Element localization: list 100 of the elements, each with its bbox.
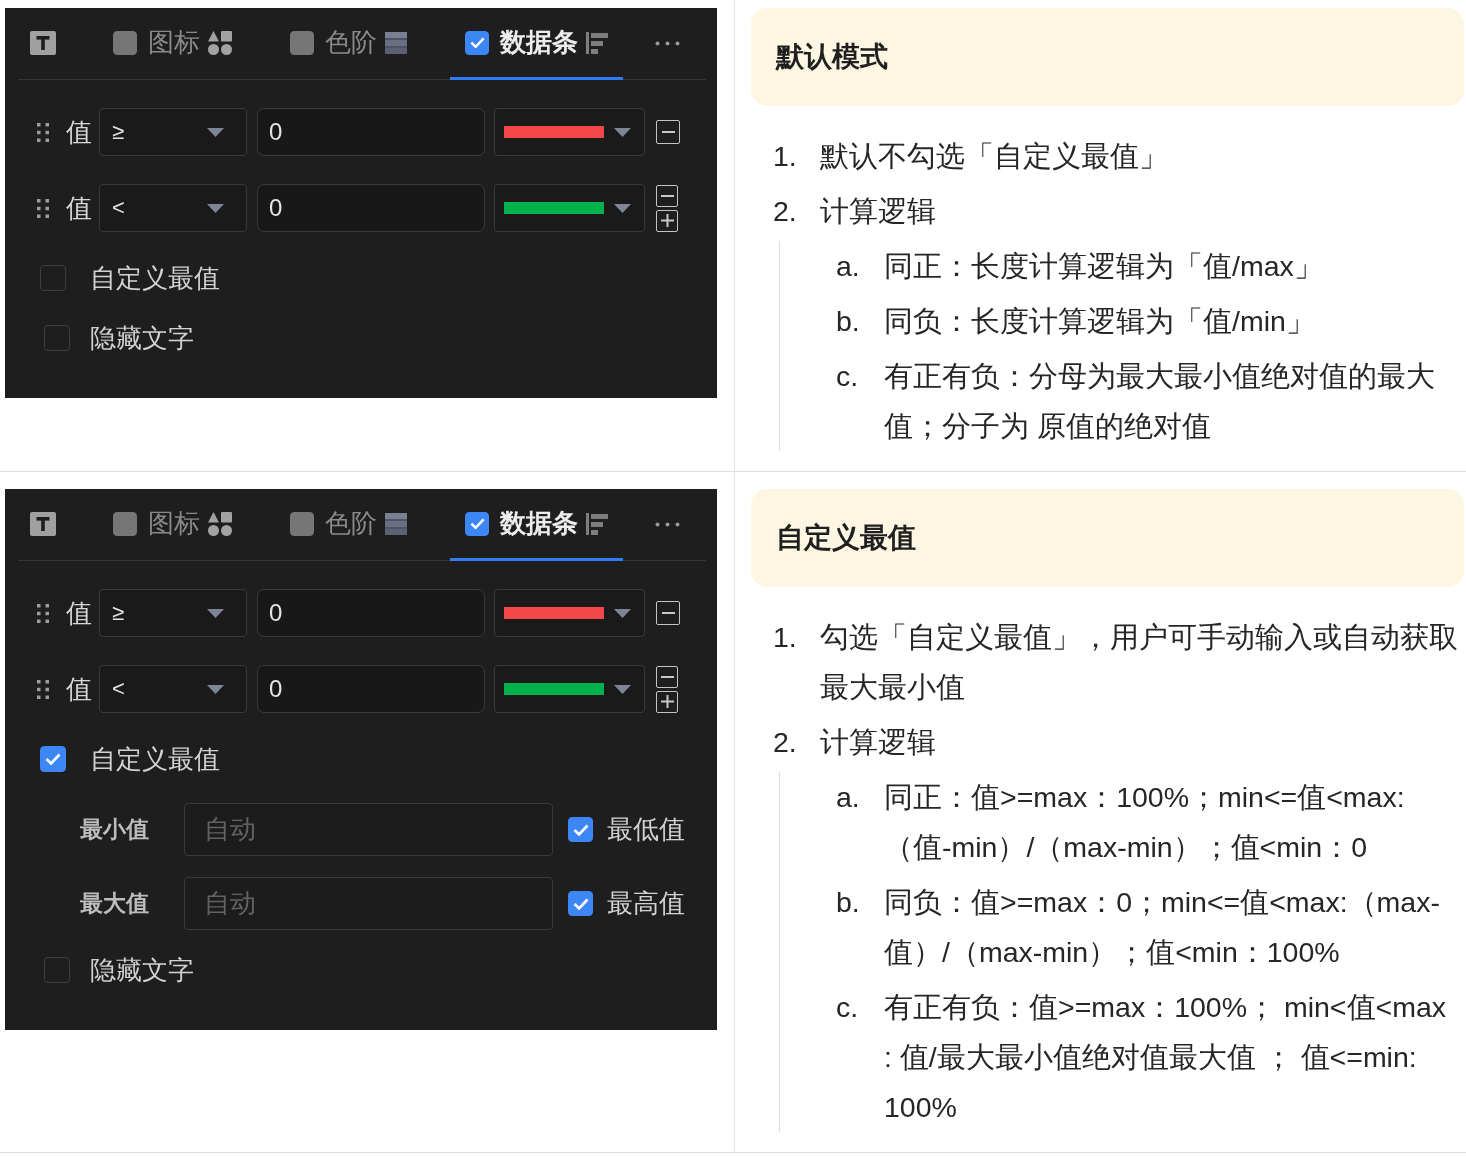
checkbox[interactable]: [113, 511, 137, 536]
list-item-text: 勾选「自定义最值」，用户可手动输入或自动获取最大最小值: [820, 620, 1459, 705]
caret-icon: [207, 684, 224, 694]
tab[interactable]: 数据条: [450, 8, 623, 80]
checkbox[interactable]: [40, 265, 66, 291]
shapes-icon: [208, 30, 232, 55]
list-marker: 1.: [773, 139, 798, 174]
tab[interactable]: 色阶: [275, 8, 422, 80]
more-icon[interactable]: [655, 41, 680, 46]
remove-button[interactable]: [656, 184, 678, 207]
horizontal-bars-icon: [586, 31, 608, 54]
checkbox[interactable]: [40, 746, 66, 772]
check-icon: [45, 753, 61, 765]
tab[interactable]: 图标: [98, 489, 247, 561]
field-label: 最小值: [80, 815, 150, 844]
tab[interactable]: 图标: [98, 8, 247, 80]
checkbox[interactable]: [44, 957, 70, 983]
checkbox[interactable]: [290, 511, 314, 536]
color-select[interactable]: [494, 589, 645, 637]
caret-icon: [207, 608, 224, 618]
list-item-text: 同正：长度计算逻辑为「值/max」: [884, 249, 1324, 284]
checkbox-label: 隐藏文字: [90, 953, 194, 987]
checkbox[interactable]: [113, 30, 137, 55]
drag-handle-icon[interactable]: [37, 603, 49, 623]
operator-select[interactable]: ≥: [99, 589, 247, 637]
list-item-text: 默认不勾选「自定义最值」: [820, 139, 1169, 174]
list-marker: 2.: [773, 725, 798, 760]
field-label: 值: [66, 191, 92, 225]
plus-icon: [660, 214, 674, 227]
remove-button[interactable]: [656, 601, 680, 625]
shapes-icon: [208, 511, 232, 536]
value-input[interactable]: 0: [257, 184, 485, 232]
check-icon: [572, 897, 589, 910]
checkbox[interactable]: [290, 30, 314, 55]
tab[interactable]: 色阶: [275, 489, 422, 561]
caret-icon: [614, 684, 631, 694]
field-label: 值: [66, 115, 92, 149]
plus-icon: [660, 695, 674, 708]
checkbox[interactable]: [44, 325, 70, 351]
check-icon: [469, 517, 485, 530]
checkbox[interactable]: [568, 817, 593, 842]
remove-button[interactable]: [656, 665, 678, 688]
list-item-text: 计算逻辑: [820, 725, 937, 760]
checkbox[interactable]: [465, 511, 489, 536]
caret-icon: [614, 127, 631, 137]
checkbox-label: 最低值: [607, 813, 685, 846]
minus-icon: [661, 612, 675, 614]
minus-icon: [660, 675, 674, 678]
list-item-text: 同负：长度计算逻辑为「值/min」: [884, 304, 1316, 339]
horizontal-bars-icon: [586, 512, 608, 535]
operator-select[interactable]: ≥: [99, 108, 247, 156]
more-icon[interactable]: [655, 522, 680, 527]
drag-handle-icon[interactable]: [37, 679, 49, 699]
caret-icon: [614, 608, 631, 618]
checkbox-label: 最高值: [607, 887, 685, 920]
value-input[interactable]: 0: [257, 108, 485, 156]
operator-select[interactable]: <: [99, 184, 247, 232]
minus-icon: [661, 131, 675, 133]
color-select[interactable]: [494, 184, 645, 232]
tab[interactable]: 数据条: [450, 489, 623, 561]
list-item-text: 有正有负：值>=max：100%； min<值<max : 值/最大最小值绝对值最大值 ； 值<=min: 100%: [884, 990, 1447, 1125]
list-marker: a.: [836, 780, 861, 815]
field-label: 最大值: [80, 889, 150, 918]
value-input[interactable]: 0: [257, 589, 485, 637]
checkbox[interactable]: [568, 891, 593, 916]
section-heading: 默认模式: [776, 40, 888, 74]
check-icon: [572, 823, 589, 836]
value-input[interactable]: 0: [257, 665, 485, 713]
stacked-bars-icon: [385, 512, 407, 535]
field-label: 值: [66, 596, 92, 630]
list-marker: b.: [836, 304, 861, 339]
drag-handle-icon[interactable]: [37, 122, 49, 142]
stacked-bars-icon: [385, 31, 407, 54]
checkbox-label: 自定义最值: [90, 261, 220, 295]
color-select[interactable]: [494, 108, 645, 156]
checkbox-label: 自定义最值: [90, 742, 220, 776]
section-heading: 自定义最值: [776, 521, 916, 555]
list-marker: c.: [836, 990, 860, 1025]
remove-button[interactable]: [656, 120, 680, 144]
drag-handle-icon[interactable]: [37, 198, 49, 218]
list-marker: 2.: [773, 194, 798, 229]
list-item-text: 同正：值>=max：100%；min<=值<max:（值-min）/（max-min）；值<min：0: [884, 780, 1406, 865]
list-item-text: 同负：值>=max：0；min<=值<max:（max-值）/（max-min）；值<min：100%: [884, 885, 1441, 970]
list-marker: b.: [836, 885, 861, 920]
operator-select[interactable]: <: [99, 665, 247, 713]
add-button[interactable]: [656, 690, 678, 713]
caret-icon: [614, 203, 631, 213]
color-select[interactable]: [494, 665, 645, 713]
list-item-text: 计算逻辑: [820, 194, 937, 229]
list-marker: c.: [836, 359, 860, 394]
range-input[interactable]: 自动: [184, 803, 553, 856]
caret-icon: [207, 203, 224, 213]
text-format-icon: [30, 30, 56, 55]
list-marker: a.: [836, 249, 861, 284]
caret-icon: [207, 127, 224, 137]
check-icon: [469, 36, 485, 49]
range-input[interactable]: 自动: [184, 877, 553, 930]
checkbox[interactable]: [465, 30, 489, 55]
add-button[interactable]: [656, 209, 678, 232]
field-label: 值: [66, 672, 92, 706]
